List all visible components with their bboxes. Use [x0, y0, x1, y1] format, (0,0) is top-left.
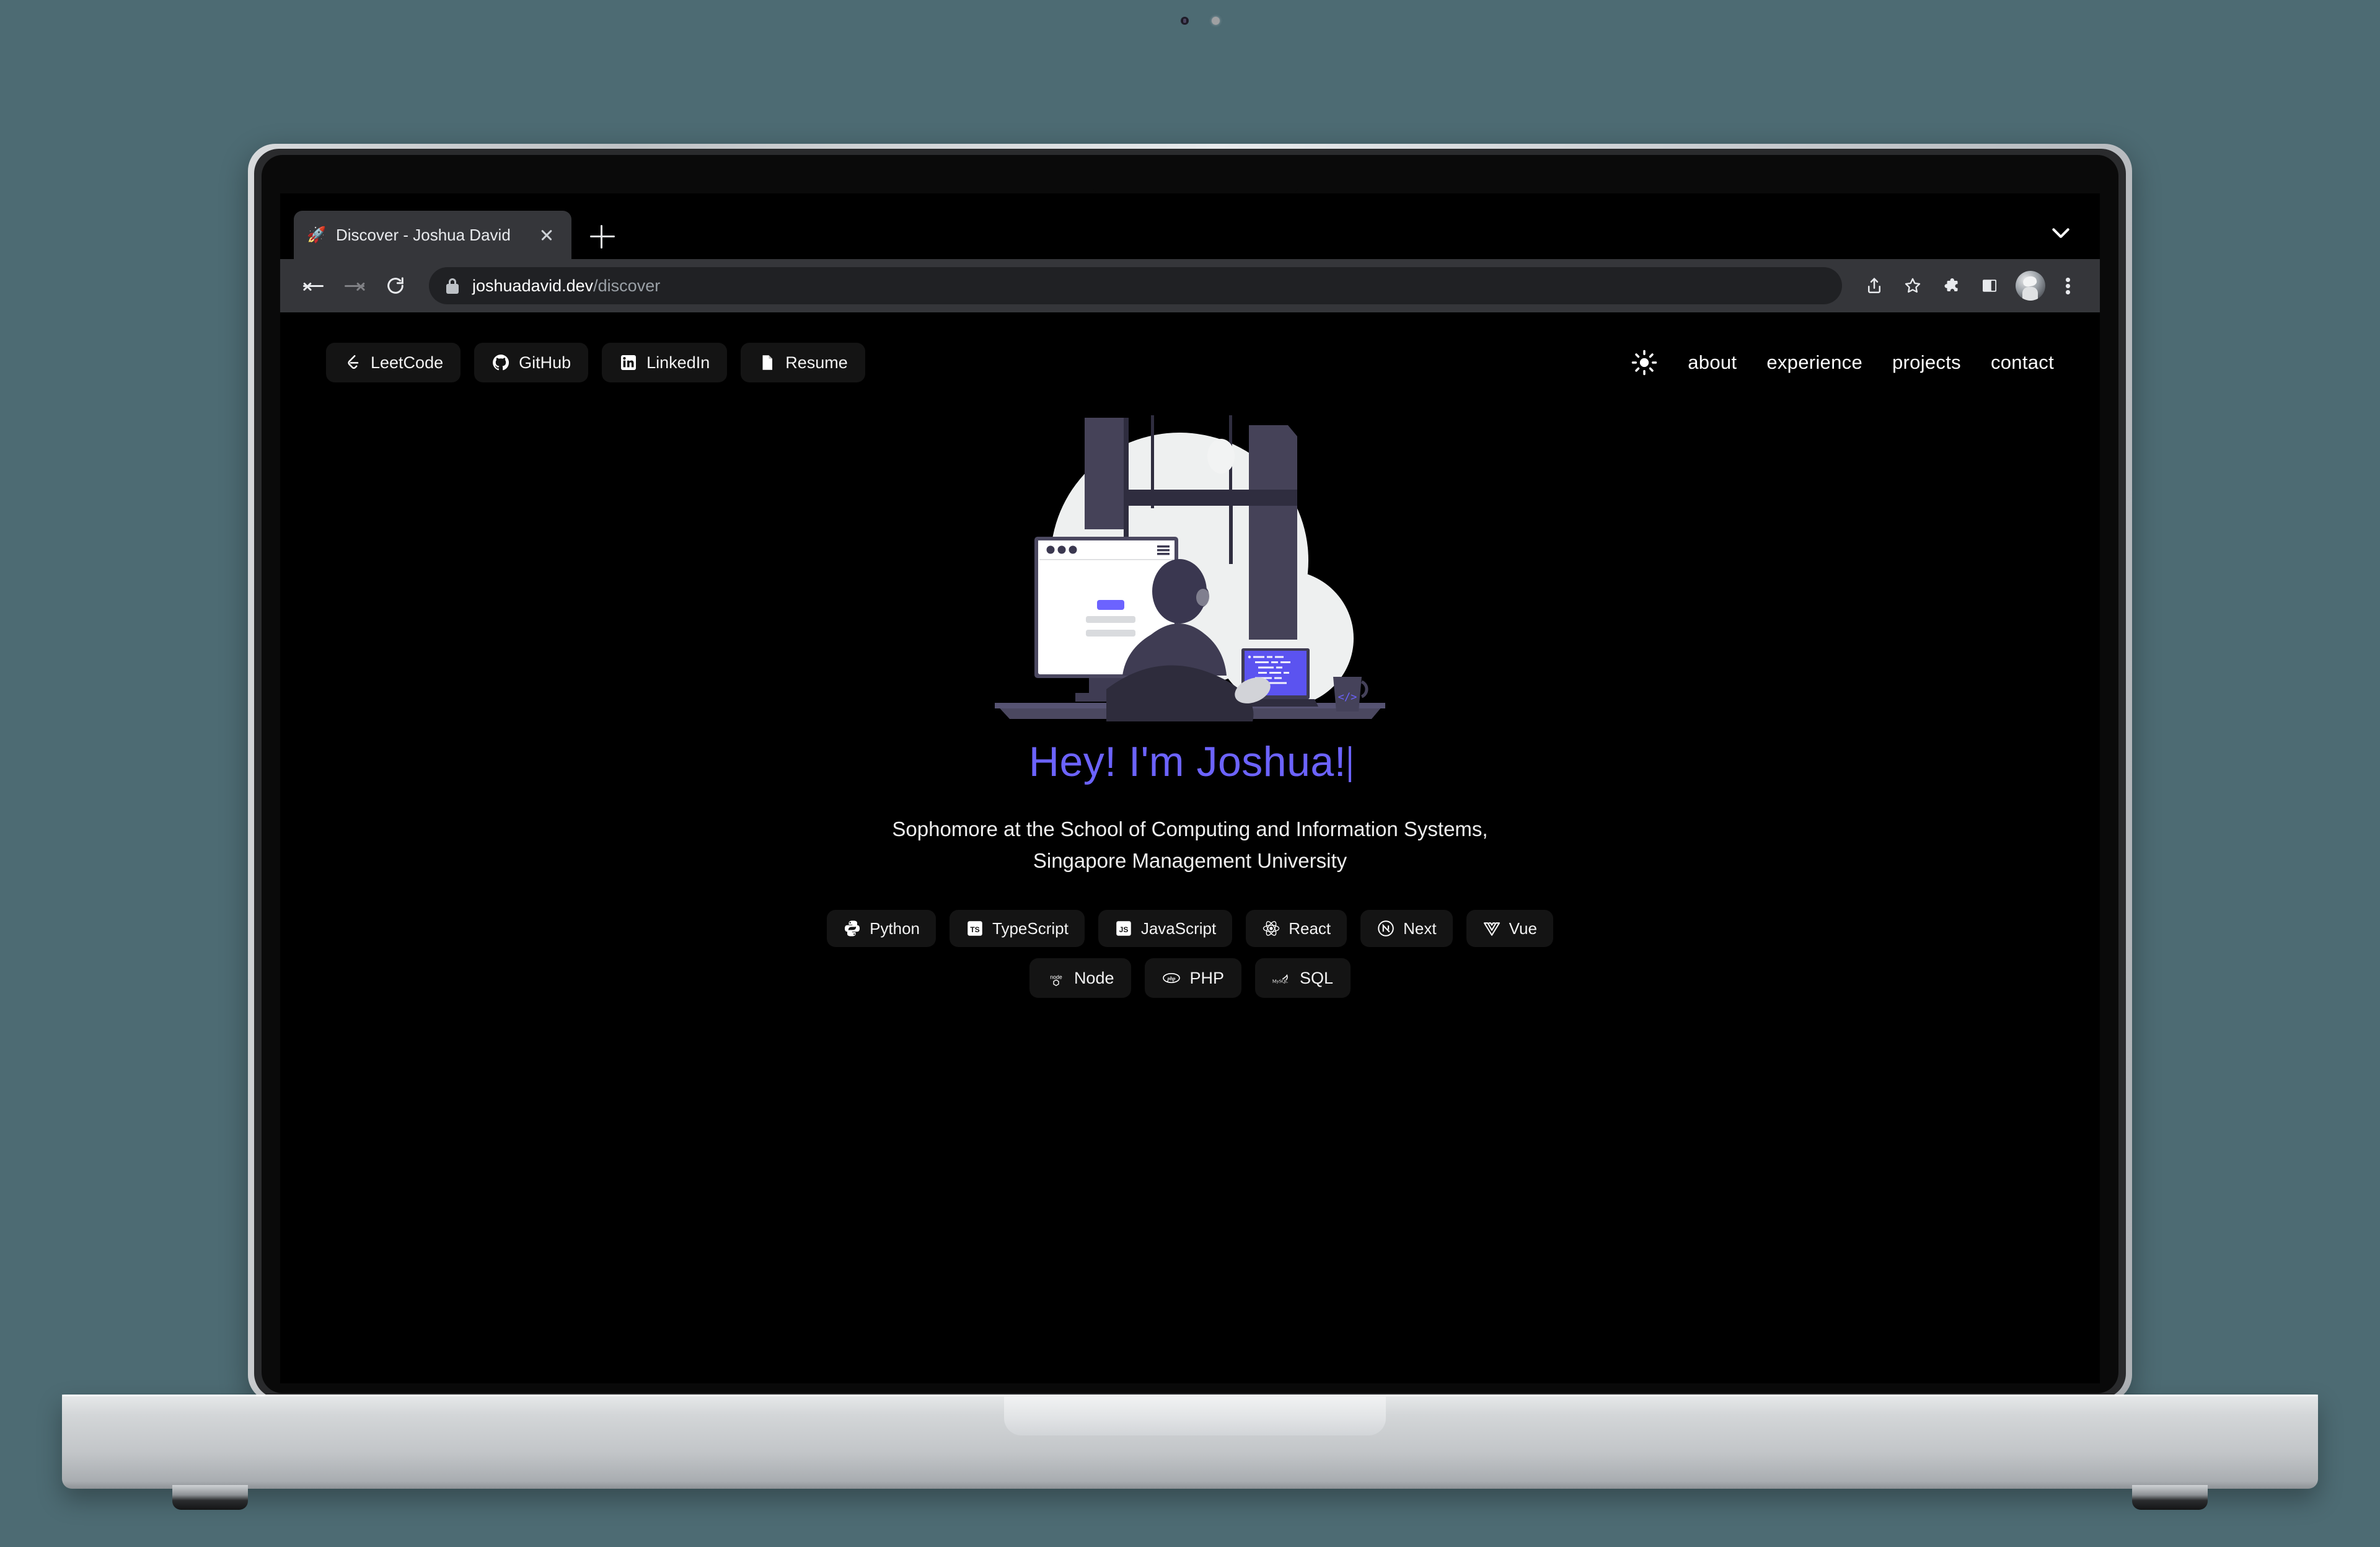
url-path: /discover — [593, 276, 661, 295]
headline-text: Hey! I'm Joshua! — [1028, 738, 1347, 785]
social-link-resume[interactable]: Resume — [741, 343, 865, 382]
browser-tab[interactable]: 🚀 Discover - Joshua David — [294, 211, 571, 259]
nav-link-experience[interactable]: experience — [1766, 351, 1862, 374]
browser-toolbar: joshuadavid.dev/discover — [280, 259, 2100, 312]
hero-section: </> Hey! I'm Joshua! Sophomore at the Sc… — [280, 412, 2100, 998]
page-content: LeetCode GitHub LinkedIn Resume about ex… — [280, 312, 2100, 1383]
back-button[interactable] — [296, 268, 331, 303]
nodejs-icon: node — [1047, 969, 1065, 987]
social-label: GitHub — [519, 353, 571, 372]
social-label: LinkedIn — [646, 353, 710, 372]
nav-link-contact[interactable]: contact — [1991, 351, 2054, 374]
tech-chip-javascript[interactable]: JS JavaScript — [1098, 910, 1233, 948]
browser-menu-icon[interactable] — [2052, 268, 2084, 303]
document-icon — [758, 353, 777, 372]
social-link-github[interactable]: GitHub — [474, 343, 589, 382]
ambient-sensor-icon — [1212, 17, 1220, 25]
tech-label: PHP — [1189, 968, 1225, 987]
page-title: Hey! I'm Joshua! — [1028, 738, 1352, 786]
tech-label: Node — [1073, 968, 1114, 987]
tech-stack-row-1: Python TS TypeScript JS JavaScript React… — [827, 910, 1553, 948]
tech-chip-sql[interactable]: MySQL SQL — [1255, 958, 1351, 998]
laptop-foot-left — [172, 1485, 248, 1510]
nav-link-projects[interactable]: projects — [1892, 351, 1961, 374]
social-label: LeetCode — [371, 353, 444, 372]
lock-icon — [445, 277, 460, 294]
php-icon: php — [1162, 969, 1181, 987]
subtitle-line-2: Singapore Management University — [1033, 849, 1347, 873]
nextjs-icon — [1377, 919, 1395, 938]
profile-avatar[interactable] — [2016, 271, 2045, 301]
social-link-leetcode[interactable]: LeetCode — [326, 343, 461, 382]
laptop-base-notch — [1004, 1395, 1386, 1435]
tech-label: Vue — [1509, 919, 1537, 938]
typing-caret — [1349, 746, 1352, 782]
svg-text:php: php — [1167, 976, 1176, 982]
tech-chip-typescript[interactable]: TS TypeScript — [950, 910, 1085, 948]
javascript-icon: JS — [1114, 919, 1133, 938]
screen-notch — [1091, 155, 1300, 193]
rocket-icon: 🚀 — [307, 226, 327, 244]
social-links: LeetCode GitHub LinkedIn Resume — [326, 343, 865, 382]
laptop-mockup: 🚀 Discover - Joshua David joshuadavid.de… — [0, 0, 2380, 1547]
url-text: joshuadavid.dev/discover — [472, 276, 660, 296]
python-icon — [843, 919, 862, 938]
sun-icon[interactable] — [1631, 349, 1658, 376]
tech-label: JavaScript — [1140, 919, 1217, 938]
reload-button[interactable] — [378, 268, 413, 303]
svg-text:JS: JS — [1119, 925, 1129, 934]
primary-navigation: about experience projects contact — [1631, 349, 2054, 376]
social-link-linkedin[interactable]: LinkedIn — [602, 343, 728, 382]
tech-label: SQL — [1300, 968, 1334, 987]
tab-title: Discover - Joshua David — [336, 225, 511, 244]
linkedin-icon — [619, 353, 638, 372]
typescript-icon: TS — [966, 919, 984, 938]
svg-text:TS: TS — [970, 925, 979, 934]
vue-icon — [1483, 919, 1501, 938]
browser-window: 🚀 Discover - Joshua David joshuadavid.de… — [280, 193, 2100, 1383]
close-icon[interactable] — [534, 223, 559, 247]
react-icon — [1262, 919, 1280, 938]
forward-button[interactable] — [337, 268, 372, 303]
bookmark-star-icon[interactable] — [1895, 268, 1930, 303]
svg-text:node: node — [1050, 974, 1062, 981]
leetcode-icon — [343, 353, 362, 372]
site-navigation: LeetCode GitHub LinkedIn Resume about ex… — [280, 336, 2100, 389]
tech-chip-vue[interactable]: Vue — [1466, 910, 1553, 948]
tech-stack-row-2: node Node php PHP MySQL SQL — [1029, 958, 1351, 998]
svg-text:</>: </> — [1338, 691, 1357, 703]
mysql-icon: MySQL — [1272, 969, 1291, 987]
extensions-icon[interactable] — [1934, 268, 1968, 303]
tech-label: React — [1289, 919, 1331, 938]
svg-text:MySQL: MySQL — [1272, 979, 1288, 984]
hero-subtitle: Sophomore at the School of Computing and… — [892, 813, 1488, 876]
tech-label: TypeScript — [992, 919, 1069, 938]
url-domain: joshuadavid.dev — [472, 276, 594, 295]
subtitle-line-1: Sophomore at the School of Computing and… — [892, 818, 1488, 840]
tech-chip-python[interactable]: Python — [827, 910, 937, 948]
chevron-down-icon[interactable] — [2050, 222, 2078, 249]
social-label: Resume — [785, 353, 848, 372]
address-bar[interactable]: joshuadavid.dev/discover — [429, 267, 1842, 304]
tech-chip-php[interactable]: php PHP — [1145, 958, 1242, 998]
tech-chip-node[interactable]: node Node — [1029, 958, 1132, 998]
tab-strip: 🚀 Discover - Joshua David — [280, 193, 2100, 259]
tech-label: Next — [1403, 919, 1437, 938]
tech-label: Python — [870, 919, 920, 938]
side-panel-icon[interactable] — [1972, 268, 2007, 303]
developer-at-desk-illustration: </> — [995, 415, 1385, 721]
tech-chip-next[interactable]: Next — [1360, 910, 1453, 948]
tech-chip-react[interactable]: React — [1246, 910, 1347, 948]
new-tab-button[interactable] — [589, 223, 616, 250]
webcam-icon — [1181, 17, 1189, 25]
laptop-foot-right — [2132, 1485, 2208, 1510]
github-icon — [491, 353, 510, 372]
share-icon[interactable] — [1857, 268, 1892, 303]
nav-link-about[interactable]: about — [1688, 351, 1737, 374]
